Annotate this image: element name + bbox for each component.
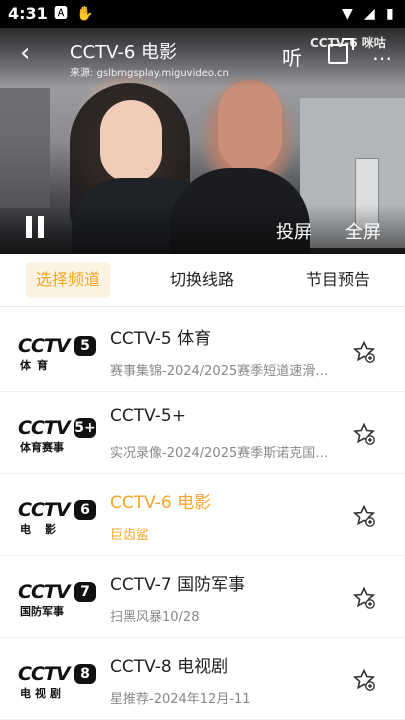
- favorite-star-icon[interactable]: [352, 504, 376, 528]
- channel-name: CCTV-7 国防军事: [110, 575, 246, 595]
- channel-name: CCTV-5 体育: [110, 329, 212, 349]
- channel-logo: CCTV 5+ 体育赛事: [18, 417, 98, 454]
- channel-program: 巨齿鲨: [110, 528, 150, 543]
- video-scene-bg: [0, 88, 50, 208]
- notification-a-icon: 🅰: [54, 6, 68, 22]
- channel-logo: CCTV 6 电影: [18, 499, 98, 536]
- logo-subtitle: 电影: [20, 523, 70, 536]
- logo-number: 8: [74, 664, 96, 684]
- hand-icon: ✋: [76, 6, 94, 22]
- logo-cctv-text: CCTV: [18, 335, 71, 357]
- logo-subtitle: 体育: [20, 359, 54, 372]
- channel-logo: CCTV 5 体育: [18, 335, 98, 372]
- logo-number: 5: [74, 336, 96, 356]
- logo-cctv-text: CCTV: [18, 499, 71, 521]
- wifi-icon: ▼: [342, 6, 353, 22]
- channel-name: CCTV-6 电影: [110, 493, 212, 513]
- pip-icon[interactable]: [328, 38, 354, 64]
- video-scene-actress-face: [100, 100, 162, 182]
- logo-cctv-text: CCTV: [18, 663, 71, 685]
- logo-number: 7: [74, 582, 96, 602]
- video-scene-actor-head: [218, 80, 282, 172]
- cast-button[interactable]: 投屏: [276, 218, 312, 244]
- favorite-star-icon[interactable]: [352, 586, 376, 610]
- channel-list: CCTV 5 体育 CCTV-5 体育 赛事集锦-2024/2025赛季短道速滑…: [0, 310, 405, 720]
- logo-subtitle: 电视剧: [20, 687, 65, 700]
- favorite-star-icon[interactable]: [352, 422, 376, 446]
- tab-switch-line[interactable]: 切换线路: [160, 262, 244, 298]
- channel-program: 实况录像-2024/2025赛季斯诺克国际…: [110, 446, 340, 461]
- channel-row-cctv7[interactable]: CCTV 7 国防军事 CCTV-7 国防军事 扫黑风暴10/28: [0, 556, 405, 638]
- channel-name: CCTV-5+: [110, 406, 186, 426]
- channel-row-cctv5plus[interactable]: CCTV 5+ 体育赛事 CCTV-5+ 实况录像-2024/2025赛季斯诺克…: [0, 392, 405, 474]
- channel-row-cctv6[interactable]: CCTV 6 电影 CCTV-6 电影 巨齿鲨: [0, 474, 405, 556]
- channel-row-cctv8[interactable]: CCTV 8 电视剧 CCTV-8 电视剧 星推荐-2024年12月-11: [0, 638, 405, 720]
- tab-select-channel[interactable]: 选择频道: [26, 262, 110, 298]
- tab-program-guide[interactable]: 节目预告: [296, 262, 380, 298]
- channel-name: CCTV-8 电视剧: [110, 657, 229, 677]
- back-icon[interactable]: ‹: [20, 40, 30, 66]
- pause-icon[interactable]: [26, 216, 46, 238]
- signal-icon: ◢: [364, 6, 375, 22]
- tab-bar: 选择频道 切换线路 节目预告: [0, 254, 405, 307]
- listen-button[interactable]: 听: [282, 42, 302, 71]
- channel-logo: CCTV 8 电视剧: [18, 663, 98, 700]
- logo-number: 6: [74, 500, 96, 520]
- status-bar: 4:31 🅰 ✋ ▼ ◢ ▮: [0, 0, 405, 28]
- more-icon[interactable]: ⋯: [372, 46, 393, 70]
- channel-row-cctv5[interactable]: CCTV 5 体育 CCTV-5 体育 赛事集锦-2024/2025赛季短道速滑…: [0, 310, 405, 392]
- logo-cctv-text: CCTV: [18, 581, 71, 603]
- logo-subtitle: 国防军事: [20, 605, 64, 618]
- player-source: 来源: gslbmgsplay.miguvideo.cn: [70, 68, 229, 79]
- status-time: 4:31: [8, 4, 48, 23]
- fullscreen-button[interactable]: 全屏: [345, 218, 381, 244]
- channel-program: 星推荐-2024年12月-11: [110, 692, 251, 707]
- channel-program: 赛事集锦-2024/2025赛季短道速滑世…: [110, 364, 340, 379]
- video-player[interactable]: ‹ CCTV-6 电影 来源: gslbmgsplay.miguvideo.cn…: [0, 28, 405, 254]
- channel-program: 扫黑风暴10/28: [110, 610, 200, 625]
- favorite-star-icon[interactable]: [352, 340, 376, 364]
- battery-icon: ▮: [386, 6, 394, 22]
- favorite-star-icon[interactable]: [352, 668, 376, 692]
- logo-cctv-text: CCTV: [18, 417, 71, 439]
- logo-subtitle: 体育赛事: [20, 441, 64, 454]
- channel-logo: CCTV 7 国防军事: [18, 581, 98, 618]
- logo-number: 5+: [74, 418, 96, 438]
- player-title: CCTV-6 电影: [70, 42, 178, 63]
